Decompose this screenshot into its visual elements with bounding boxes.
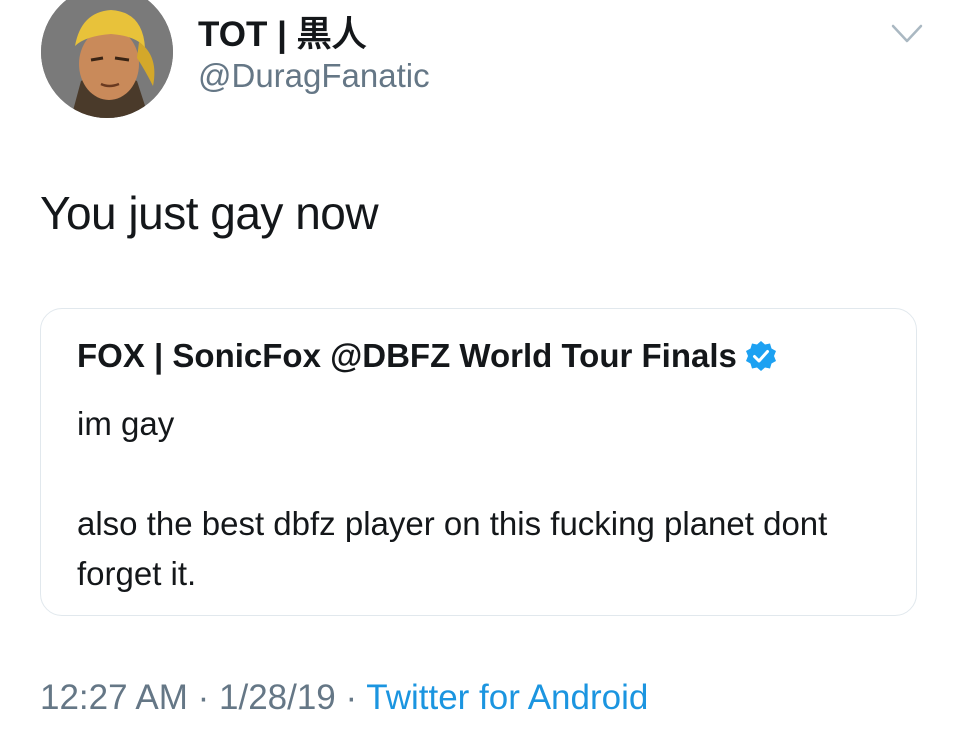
tweet-meta: 12:27 AM · 1/28/19 · Twitter for Android <box>40 678 648 718</box>
author-display-name[interactable]: TOT | 黒人 <box>198 6 367 57</box>
quoted-tweet-author: FOX | SonicFox @DBFZ World Tour Finals <box>77 337 737 374</box>
tweet-text: You just gay now <box>40 187 379 239</box>
avatar[interactable] <box>41 0 173 118</box>
quoted-tweet-body: im gay also the best dbfz player on this… <box>77 399 877 599</box>
verified-badge-icon <box>745 340 777 372</box>
quoted-tweet-header: FOX | SonicFox @DBFZ World Tour Finals <box>77 337 777 375</box>
tweet-time[interactable]: 12:27 AM <box>40 678 188 717</box>
meta-separator: · <box>187 678 219 717</box>
tweet-source-link[interactable]: Twitter for Android <box>366 678 648 717</box>
quoted-tweet-card[interactable]: FOX | SonicFox @DBFZ World Tour Finals i… <box>40 308 917 616</box>
chevron-down-icon[interactable] <box>890 22 924 46</box>
author-handle[interactable]: @DuragFanatic <box>198 57 430 95</box>
quoted-tweet-line: also the best dbfz player on this fuckin… <box>77 505 828 592</box>
meta-separator: · <box>335 678 367 717</box>
quoted-tweet-line: im gay <box>77 405 175 442</box>
tweet-date[interactable]: 1/28/19 <box>219 678 336 717</box>
